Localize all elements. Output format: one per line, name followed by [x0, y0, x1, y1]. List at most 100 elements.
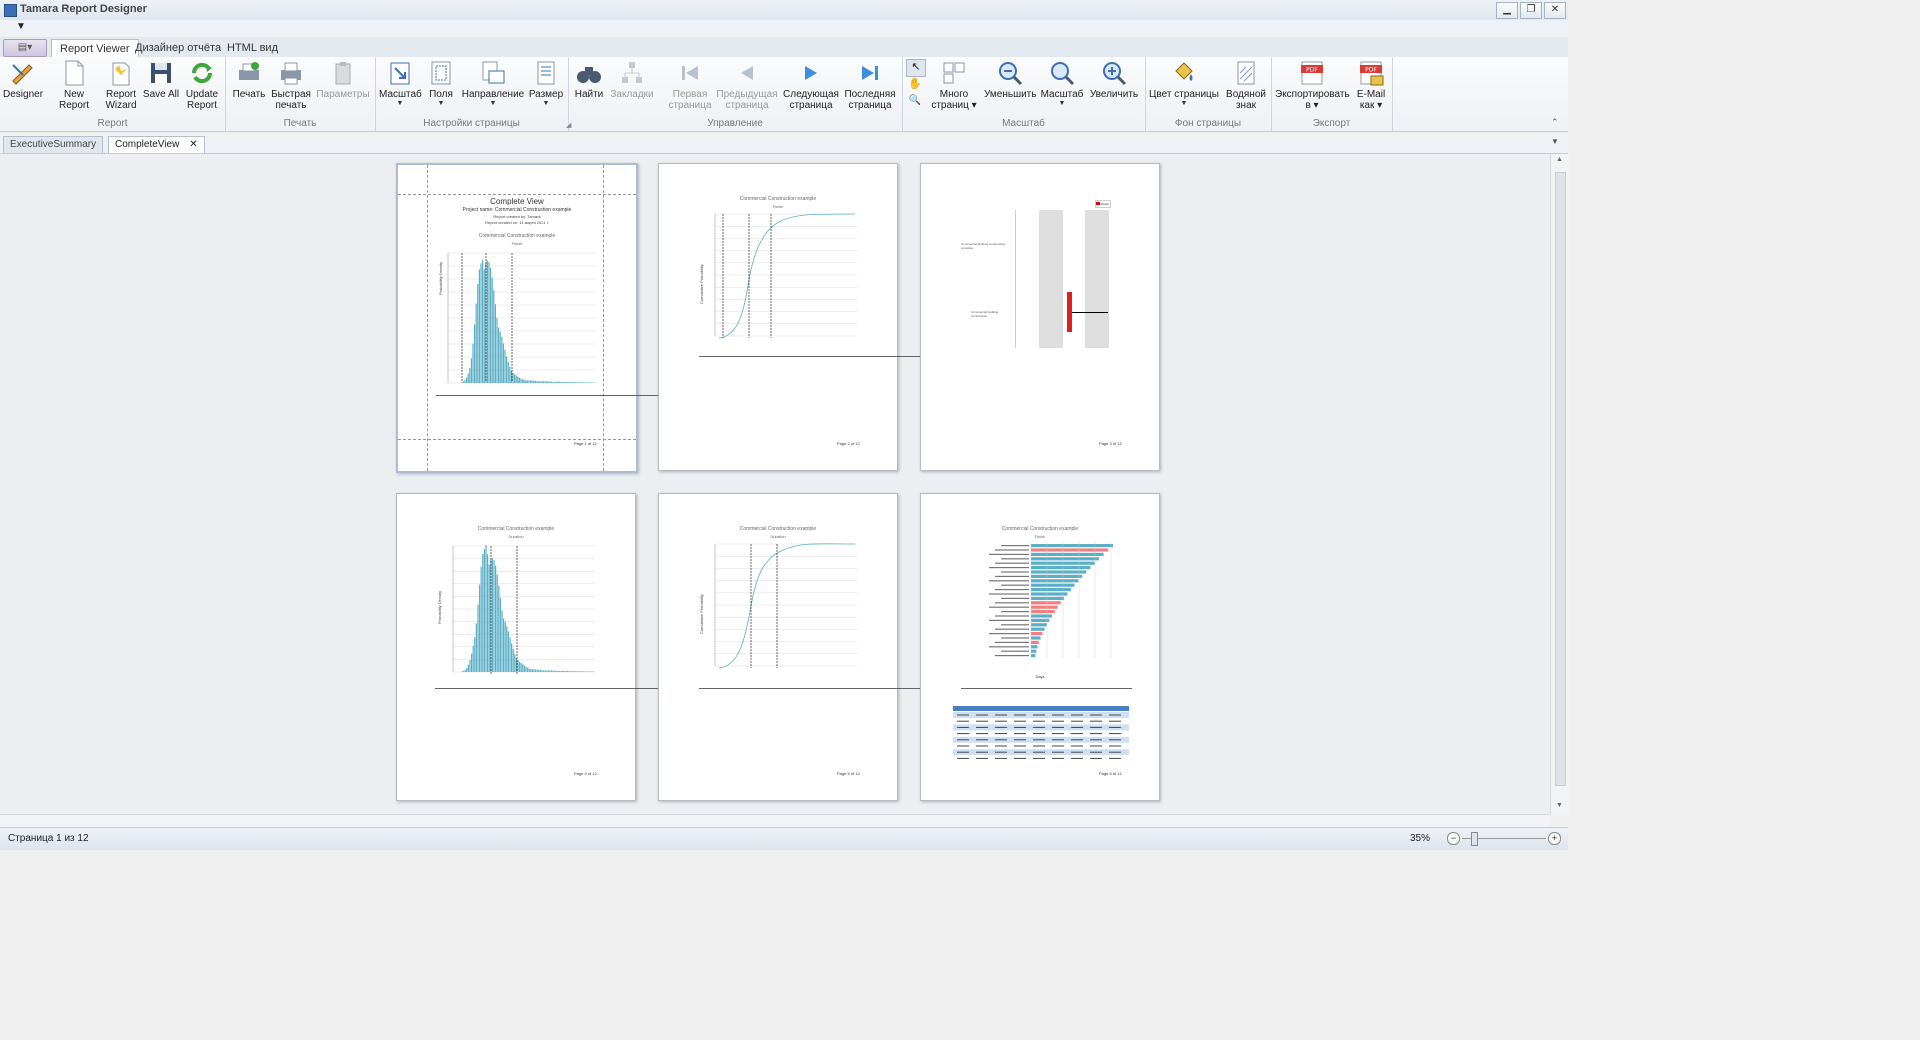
created-by: Report created by: Tamara — [493, 214, 541, 219]
group-export: PDF Экспортировать в ▾ PDF E-Mail как ▾ Эк… — [1271, 57, 1393, 131]
table-cell — [1033, 745, 1045, 747]
bookmarks-button[interactable]: Закладки — [610, 59, 654, 100]
histogram-bar — [463, 670, 465, 672]
histogram-bar — [547, 381, 549, 383]
histogram-bar — [568, 671, 570, 672]
next-page-button[interactable]: Следующая страница — [782, 59, 840, 111]
update-report-button[interactable]: Update Report — [182, 59, 222, 111]
magnifier-tool-icon[interactable]: 🔍 — [906, 93, 924, 109]
histogram-bar — [531, 380, 533, 383]
doc-tab-executive-summary[interactable]: ExecutiveSummary — [3, 136, 104, 153]
histogram-bar — [504, 349, 506, 383]
scroll-down-icon[interactable]: ▼ — [1556, 802, 1563, 809]
designer-button[interactable]: Designer — [3, 59, 43, 100]
table-cell — [1014, 739, 1026, 741]
report-page-2[interactable]: Commercial Construction example Finish C… — [658, 163, 969, 471]
report-wizard-button[interactable]: Report Wizard — [102, 59, 140, 111]
histogram-bar — [509, 366, 511, 383]
page-footer: Page 1 of 12 — [574, 441, 597, 446]
zoom-in-button[interactable]: Увеличить — [1088, 59, 1140, 100]
sensitivity-bar — [1031, 618, 1050, 622]
table-cell — [1090, 745, 1102, 747]
zoom-button[interactable]: Масштаб ▼ — [1040, 59, 1084, 107]
hand-tool-icon[interactable]: ✋ — [906, 77, 924, 93]
zoom-out-button[interactable]: Уменьшить — [984, 59, 1036, 100]
zoom-minus-button[interactable]: − — [1447, 832, 1460, 845]
zoom-plus-button[interactable]: + — [1548, 832, 1561, 845]
tabs-dropdown-icon[interactable]: ▼ — [1551, 137, 1559, 146]
watermark-button[interactable]: Водяной знак — [1225, 59, 1267, 111]
report-page-1[interactable]: Complete View Project name: Commercial C… — [396, 163, 688, 473]
group-title-export: Экспорт — [1312, 118, 1351, 129]
doc-tab-complete-view[interactable]: CompleteView ✕ — [108, 136, 205, 153]
email-as-button[interactable]: PDF E-Mail как ▾ — [1353, 59, 1389, 111]
page-setup-dialog-launcher-icon[interactable]: ◢ — [566, 121, 571, 129]
quick-access-dropdown-icon[interactable]: ▼ — [16, 21, 26, 32]
print-button[interactable]: Печать — [229, 59, 269, 100]
scroll-up-icon[interactable]: ▲ — [1556, 156, 1563, 163]
tab-report-designer[interactable]: Дизайнер отчёта — [127, 39, 229, 57]
first-page-button[interactable]: Первая страница — [664, 59, 716, 111]
report-page-3[interactable]: Finish Commercial building construction … — [920, 163, 1160, 471]
histogram-bar — [551, 670, 553, 672]
sensitivity-bar — [1031, 649, 1037, 653]
close-button[interactable]: ✕ — [1544, 2, 1566, 19]
last-page-icon — [862, 66, 878, 80]
report-page-5[interactable]: Commercial Construction example Duration… — [658, 493, 957, 801]
histogram-bar — [541, 670, 543, 672]
bar-label-placeholder — [995, 562, 1029, 564]
report-page-4[interactable]: Commercial Construction example Duration… — [396, 493, 696, 801]
parameters-button[interactable]: Параметры — [315, 59, 371, 100]
histogram-bar — [477, 283, 479, 383]
vertical-scrollbar[interactable]: ▲ ▼ — [1550, 154, 1569, 814]
histogram-bar — [536, 669, 538, 672]
new-document-icon — [65, 60, 84, 86]
orientation-button[interactable]: Направление ▼ — [461, 59, 525, 107]
chart-subtitle: Finish — [772, 204, 784, 209]
histogram-bar — [573, 382, 575, 383]
histogram-bar — [469, 368, 471, 383]
histogram-bar — [493, 560, 495, 672]
sensitivity-bar — [1031, 645, 1038, 649]
close-tab-icon[interactable]: ✕ — [189, 139, 197, 150]
histogram-bar — [542, 381, 544, 383]
application-menu-button[interactable]: ▤▾ — [3, 39, 47, 57]
export-to-button[interactable]: PDF Экспортировать в ▾ — [1275, 59, 1350, 111]
sensitivity-bar — [1031, 610, 1055, 614]
histogram-bar — [560, 381, 562, 383]
histogram-bar — [503, 618, 505, 672]
table-cell — [957, 757, 969, 759]
find-button[interactable]: Найти — [572, 59, 606, 100]
tab-report-viewer[interactable]: Report Viewer — [51, 39, 139, 58]
page-size-button[interactable]: Размер ▼ — [527, 59, 565, 107]
table-cell — [1090, 733, 1102, 735]
report-preview-area[interactable]: Complete View Project name: Commercial C… — [0, 154, 1550, 814]
new-report-button[interactable]: New Report — [48, 59, 100, 111]
scale-button[interactable]: Масштаб ▼ — [379, 59, 422, 107]
multiple-pages-button[interactable]: Много страниц ▾ — [930, 59, 978, 111]
restore-button[interactable]: ❐ — [1520, 2, 1542, 19]
histogram-bar — [495, 565, 497, 672]
histogram-bar — [478, 269, 480, 383]
scrollbar-thumb[interactable] — [1555, 172, 1566, 786]
collapse-ribbon-icon[interactable]: ⌃ — [1551, 117, 1559, 128]
histogram-bar — [568, 382, 570, 383]
tab-html-view[interactable]: HTML вид — [219, 39, 286, 57]
previous-page-button[interactable]: Предыдущая страница — [716, 59, 778, 111]
minimize-button[interactable]: ▁ — [1496, 2, 1518, 19]
report-page-6[interactable]: Commercial Construction example Finish D… — [920, 493, 1160, 801]
save-all-button[interactable]: Save All — [142, 59, 180, 100]
last-page-button[interactable]: Последняя страница — [842, 59, 898, 111]
histogram-bar — [477, 604, 479, 672]
pointer-tool-icon[interactable]: ↖ — [906, 59, 926, 77]
histogram-bar — [552, 381, 554, 383]
zoom-slider-thumb[interactable] — [1471, 832, 1478, 846]
histogram-bar — [576, 382, 578, 383]
horizontal-scrollbar[interactable] — [0, 814, 1550, 827]
histogram-bar — [546, 381, 548, 383]
page-color-button[interactable]: Цвет страницы ▼ — [1149, 59, 1219, 107]
margins-button[interactable]: Поля ▼ — [425, 59, 457, 107]
bar-label-placeholder — [1001, 571, 1029, 573]
quick-print-button[interactable]: Быстрая печать — [271, 59, 311, 111]
histogram-bar — [528, 380, 530, 383]
